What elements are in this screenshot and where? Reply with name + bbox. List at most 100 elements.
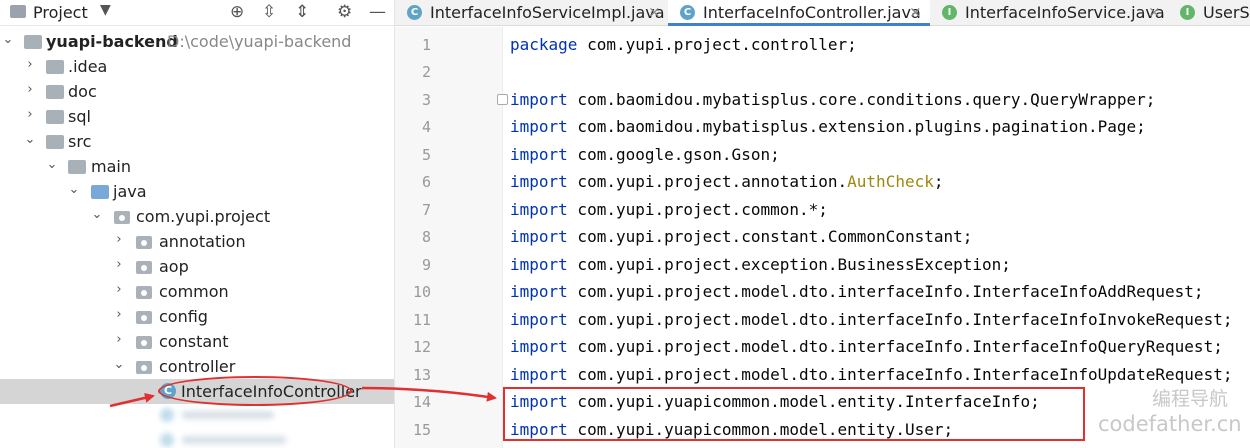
code-line[interactable]: import com.baomidou.mybatisplus.core.con… xyxy=(510,90,1155,109)
chevron-right-icon[interactable]: › xyxy=(113,282,125,297)
locate-icon[interactable]: ⊕ xyxy=(230,3,244,21)
line-number: 4 xyxy=(421,118,431,136)
tab-interfaceinfoserviceimpl[interactable]: C InterfaceInfoServiceImpl.java × xyxy=(395,0,668,26)
tree-item-label: .idea xyxy=(68,57,108,76)
folder-icon xyxy=(68,160,86,174)
tree-item-main[interactable]: ⌄ main xyxy=(0,154,394,179)
chevron-right-icon[interactable]: › xyxy=(24,82,36,97)
line-number: 15 xyxy=(412,421,431,439)
tree-item-label: com.yupi.project xyxy=(136,207,271,226)
code-line[interactable]: import com.yupi.project.model.dto.interf… xyxy=(510,337,1248,356)
expand-all-icon[interactable]: ⇳ xyxy=(262,3,276,21)
folder-icon xyxy=(46,85,64,99)
fold-icon[interactable] xyxy=(497,94,508,105)
tree-item-label: config xyxy=(159,307,208,326)
chevron-down-icon[interactable]: ⌄ xyxy=(46,157,58,172)
watermark-text: 编程导航 xyxy=(1152,388,1229,410)
tab-label: UserSe xyxy=(1203,3,1250,22)
code-line[interactable]: import com.yupi.project.exception.Busine… xyxy=(510,255,1011,274)
close-icon[interactable]: × xyxy=(909,3,922,21)
blurred-tree-item xyxy=(160,408,280,422)
tree-item-label: main xyxy=(91,157,131,176)
code-line[interactable]: import com.yupi.project.model.dto.interf… xyxy=(510,282,1204,301)
code-line[interactable]: import com.yupi.project.model.dto.interf… xyxy=(510,365,1248,384)
tree-item-common[interactable]: › common xyxy=(0,279,394,304)
chevron-right-icon[interactable]: › xyxy=(113,257,125,272)
chevron-down-icon[interactable]: ⌄ xyxy=(91,207,103,222)
watermark-url: codefather.cn xyxy=(1098,412,1242,436)
tree-item-controller[interactable]: ⌄ controller xyxy=(0,354,394,379)
line-number: 13 xyxy=(412,366,431,384)
project-panel-title[interactable]: Project xyxy=(33,3,88,22)
project-panel-header: Project ▼ ⊕ ⇳ ⇕ ⚙ — xyxy=(0,0,394,26)
code-line[interactable]: import com.yupi.project.common.*; xyxy=(510,200,828,219)
chevron-right-icon[interactable]: › xyxy=(113,307,125,322)
line-number: 14 xyxy=(412,393,431,411)
tree-item-java[interactable]: ⌄ java xyxy=(0,179,394,204)
tree-item-idea[interactable]: › .idea xyxy=(0,54,394,79)
code-line[interactable]: import com.yupi.project.model.dto.interf… xyxy=(510,310,1248,329)
chevron-right-icon[interactable]: › xyxy=(113,332,125,347)
chevron-down-icon[interactable]: ⌄ xyxy=(68,182,80,197)
package-icon xyxy=(136,311,152,324)
line-number: 5 xyxy=(421,146,431,164)
tree-item-annotation[interactable]: › annotation xyxy=(0,229,394,254)
tree-item-config[interactable]: › config xyxy=(0,304,394,329)
line-number: 10 xyxy=(412,283,431,301)
tree-item-sql[interactable]: › sql xyxy=(0,104,394,129)
chevron-down-icon[interactable]: ⌄ xyxy=(113,357,125,372)
tree-item-yuapi-backend[interactable]: ⌄ yuapi-backend D:\code\yuapi-backend xyxy=(0,29,394,54)
line-number: 9 xyxy=(421,256,431,274)
source-folder-icon xyxy=(91,185,109,199)
tree-item-label: common xyxy=(159,282,229,301)
gear-icon[interactable]: ⚙ xyxy=(337,3,352,21)
folder-icon xyxy=(24,35,42,49)
code-line[interactable]: package com.yupi.project.controller; xyxy=(510,35,857,54)
close-icon[interactable]: × xyxy=(1148,3,1161,21)
tree-item-aop[interactable]: › aop xyxy=(0,254,394,279)
project-path: D:\code\yuapi-backend xyxy=(167,32,352,51)
tab-label: InterfaceInfoController.java xyxy=(703,3,921,22)
collapse-all-icon[interactable]: ⇕ xyxy=(295,3,309,21)
tree-item-label: annotation xyxy=(159,232,246,251)
chevron-right-icon[interactable]: › xyxy=(24,107,36,122)
tree-item-label: java xyxy=(113,182,147,201)
tree-item-constant[interactable]: › constant xyxy=(0,329,394,354)
tree-item-src[interactable]: ⌄ src xyxy=(0,129,394,154)
tree-item-label: controller xyxy=(159,357,236,376)
tree-item-label: sql xyxy=(68,107,91,126)
tab-userservice[interactable]: I UserSe xyxy=(1168,0,1250,26)
line-number: 12 xyxy=(412,338,431,356)
chevron-down-icon[interactable]: ⌄ xyxy=(2,32,14,47)
package-icon xyxy=(114,211,130,224)
tree-item-com-yupi-project[interactable]: ⌄ com.yupi.project xyxy=(0,204,394,229)
chevron-down-icon[interactable]: ⌄ xyxy=(24,132,36,147)
tab-interfaceinfocontroller[interactable]: C InterfaceInfoController.java × xyxy=(668,0,930,26)
code-line[interactable]: import com.google.gson.Gson; xyxy=(510,145,780,164)
chevron-right-icon[interactable]: › xyxy=(113,232,125,247)
interface-icon: I xyxy=(942,5,957,20)
class-icon: C xyxy=(407,5,422,20)
interface-icon: I xyxy=(1180,5,1195,20)
close-icon[interactable]: × xyxy=(648,3,661,21)
tab-label: InterfaceInfoServiceImpl.java xyxy=(430,3,665,22)
highlight-ring xyxy=(158,376,352,406)
tab-interfaceinfoservice[interactable]: I InterfaceInfoService.java × xyxy=(930,0,1168,26)
minimize-icon[interactable]: — xyxy=(369,3,386,21)
code-line[interactable]: import com.baomidou.mybatisplus.extensio… xyxy=(510,117,1146,136)
blurred-tree-item xyxy=(160,433,290,447)
project-view-icon xyxy=(10,5,26,18)
line-number: 8 xyxy=(421,228,431,246)
editor-tab-bar: C InterfaceInfoServiceImpl.java × C Inte… xyxy=(395,0,1250,26)
line-number: 6 xyxy=(421,173,431,191)
chevron-right-icon[interactable]: › xyxy=(24,57,36,72)
tree-item-doc[interactable]: › doc xyxy=(0,79,394,104)
tree-item-label: constant xyxy=(159,332,229,351)
code-line[interactable]: import com.yupi.project.annotation.AuthC… xyxy=(510,172,944,191)
folder-icon xyxy=(46,135,64,149)
tab-label: InterfaceInfoService.java xyxy=(965,3,1165,22)
code-line[interactable]: import com.yupi.project.constant.CommonC… xyxy=(510,227,972,246)
tree-item-label: yuapi-backend xyxy=(46,32,178,51)
line-number: 11 xyxy=(412,311,431,329)
chevron-down-icon[interactable]: ▼ xyxy=(100,2,111,18)
